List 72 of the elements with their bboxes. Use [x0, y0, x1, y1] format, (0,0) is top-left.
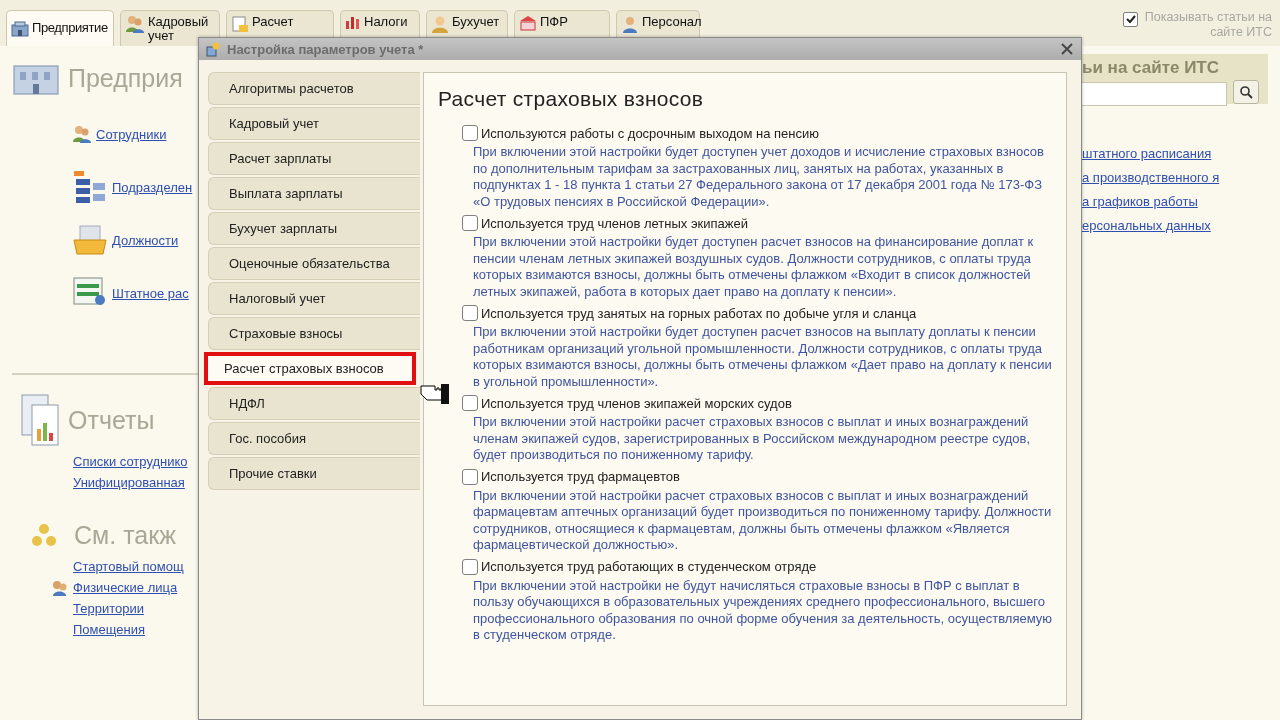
- checkbox-label: Показывать статьи на сайте ИТС: [1144, 10, 1272, 40]
- section-title: Отчеты: [68, 405, 155, 435]
- org-chart-icon: [72, 169, 108, 205]
- article-link[interactable]: штатного расписания: [1082, 144, 1232, 164]
- people-icon: [125, 15, 145, 33]
- nav-link[interactable]: Должности: [112, 232, 179, 248]
- option-label: Используется труд работающих в студенческом отряде: [481, 559, 817, 574]
- option-label: Используются работы с досрочным выходом на пенсию: [481, 125, 820, 141]
- close-button[interactable]: [1059, 41, 1075, 57]
- nav-link[interactable]: Списки сотруднико: [73, 454, 188, 469]
- building-icon: [519, 15, 537, 31]
- option-label: Используется труд членов летных экипажей: [481, 215, 748, 231]
- search-button[interactable]: [1233, 80, 1259, 104]
- option-description: При включении этой настройки расчет страховых взносов с выплат и иных вознаграждений фармацевтам аптечных организаций будет производиться по пониженному тарифу. Должности сотрудников, относящиеся к фармацевтам, должны быть отмечены флажком «Является фармацевтической должностью».: [473, 487, 1053, 554]
- option-description: При включении этой настройки расчет страховых взносов с выплат и иных вознаграждений членам экипажей судов, зарегистрированных в Российском международном реестре судов, будет производиться по пониженному тарифу.: [473, 414, 1032, 464]
- panel-title: ьи на сайте ИТС: [1082, 58, 1221, 78]
- settings-section-item[interactable]: Выплата зарплаты: [208, 177, 420, 210]
- settings-section-item[interactable]: Оценочные обязательства: [208, 247, 420, 280]
- option-description: При включении этой настройки будет доступен учет доходов и исчисление страховых взносов по дополнительным тарифам за застрахованных лиц, занятых на работах, указанных в подпунктах 1 - 18 пункта 1 статьи 27 Федерального закона от 17 декабря 2001 года № 173-ФЗ «О трудовых пенсиях в Российской Федерации».: [473, 144, 1045, 210]
- option-description: При включении этой настройки будет доступен расчет взносов на финансирование доплат к пенсии членам летных экипажей воздушных судов. Должности сотрудников, с оплаты труда которых взимаются взносы, должны быть отмечены флажком «Входит в список должностей летных экипажей, работа в которых дает право на доплату к пенсии».: [473, 234, 1035, 300]
- close-icon: [1061, 43, 1073, 55]
- checkbox[interactable]: [462, 215, 478, 231]
- nav-link[interactable]: Стартовый помощ: [73, 559, 184, 574]
- option-description: При включении этой настройки будет доступен расчет взносов на выплату доплаты к пенсии работникам организаций угольной промышленности. Должности сотрудников, с оплаты труда которых взимаются взносы, должны быть отмечены флажком «Дает право на доплату к пенсии в угольной промышленности».: [473, 324, 1053, 390]
- person-icon: [431, 15, 449, 33]
- people-icon: [51, 579, 69, 596]
- search-field[interactable]: [1082, 82, 1227, 106]
- settings-section-item[interactable]: Расчет страховых взносов: [204, 352, 416, 385]
- checkbox[interactable]: [462, 305, 478, 321]
- option-label: Используется труд занятых на горных работах по добыче угля и сланца: [481, 305, 917, 321]
- search-icon: [1239, 85, 1253, 99]
- people-icon: [72, 125, 92, 143]
- chart-icon: [345, 15, 361, 29]
- building-icon: [11, 21, 29, 37]
- option-label: Используется труд фармацевтов: [481, 469, 680, 484]
- article-link[interactable]: а производственного я: [1082, 168, 1222, 188]
- settings-section-item[interactable]: Гос. пособия: [208, 422, 420, 455]
- article-link[interactable]: а графиков работы: [1082, 192, 1232, 212]
- section-title: Предприя: [68, 63, 183, 93]
- nav-link[interactable]: Территории: [73, 601, 144, 616]
- settings-section-item[interactable]: Расчет зарплаты: [208, 142, 420, 175]
- nav-link[interactable]: Подразделен: [112, 179, 193, 195]
- settings-section-item[interactable]: Налоговый учет: [208, 282, 420, 315]
- tab[interactable]: Кадровый учет: [120, 10, 220, 46]
- nav-link[interactable]: Сотрудники: [96, 126, 167, 142]
- settings-section-item[interactable]: Кадровый учет: [208, 107, 420, 140]
- tab[interactable]: Предприятие: [6, 10, 114, 47]
- nav-link[interactable]: Физические лица: [73, 580, 178, 595]
- article-link[interactable]: ерсональных данных: [1082, 216, 1232, 236]
- settings-section-item[interactable]: Бухучет зарплаты: [208, 212, 420, 245]
- box-icon: [72, 222, 108, 258]
- checkbox[interactable]: [462, 395, 478, 411]
- section-heading: Расчет страховых взносов: [438, 87, 705, 111]
- person-icon: [621, 15, 639, 33]
- nav-link[interactable]: Штатное рас: [112, 285, 189, 301]
- checkbox[interactable]: [462, 125, 478, 141]
- settings-section-item[interactable]: НДФЛ: [208, 387, 420, 420]
- nav-link[interactable]: Помещения: [73, 622, 145, 637]
- settings-section-item[interactable]: Алгоритмы расчетов: [208, 72, 420, 105]
- document-icon: [231, 15, 249, 33]
- option-description: При включении этой настройки не будут начисляться страховые взносы в ПФР с выплат в пользу обучающихся в образовательных учреждениях среднего профессионального, высшего профессионального образования по очной форме обучения за деятельность, осуществляемую в студенческом отряде.: [473, 577, 1054, 644]
- option-label: Используется труд членов экипажей морских судов: [481, 395, 792, 411]
- settings-section-item[interactable]: Страховые взносы: [208, 317, 420, 350]
- settings-icon: [205, 41, 221, 57]
- settings-section-item[interactable]: Прочие ставки: [208, 457, 420, 490]
- section-title: См. такж: [74, 521, 176, 550]
- nav-link[interactable]: Унифицированная: [73, 475, 185, 490]
- checkbox[interactable]: [462, 558, 478, 575]
- documents-icon: [20, 393, 60, 447]
- checkmark-icon: [1125, 15, 1136, 24]
- checkbox[interactable]: [462, 468, 478, 485]
- checkbox[interactable]: [1123, 12, 1138, 27]
